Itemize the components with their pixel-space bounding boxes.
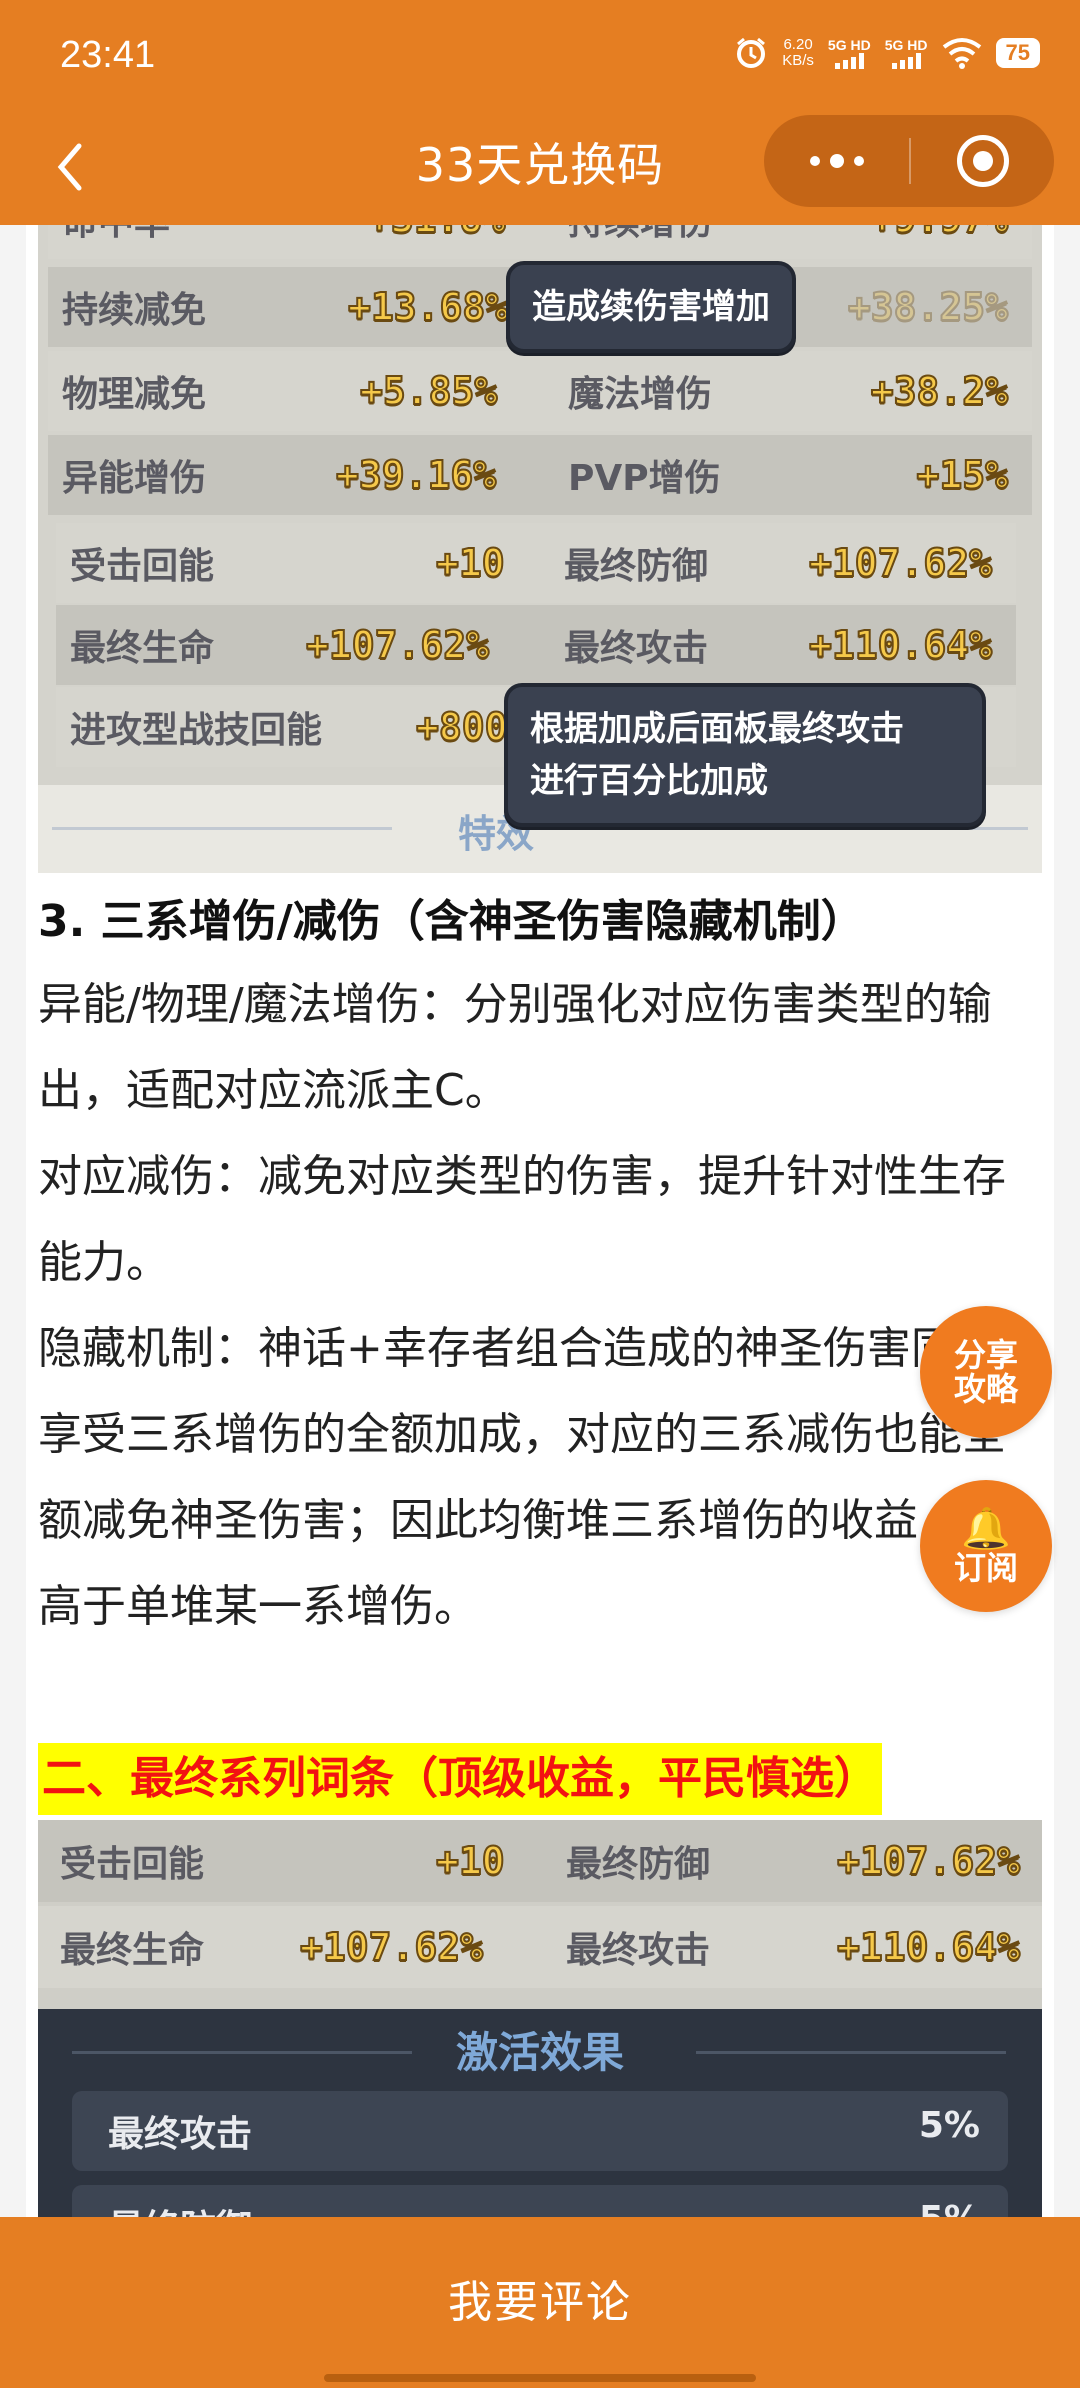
stat-label: 最终生命 xyxy=(70,628,215,669)
stat-row: 最终生命 +107.62% 最终攻击 +110.64% xyxy=(56,605,1016,685)
effect-value: 5% xyxy=(918,2105,980,2146)
stat-value: +107.62% xyxy=(808,540,993,586)
stat-value: +15% xyxy=(915,452,1009,498)
stat-value: +38.25% xyxy=(847,284,1009,330)
signal-2-label: 5G HD xyxy=(884,37,928,53)
tooltip-continuous-damage: 造成续伤害增加 xyxy=(506,261,796,353)
game-stats-screenshot-2: 受击回能 +10 最终防御 +107.62% 最终生命 +107.62% 最终攻… xyxy=(38,1820,1042,2038)
net-speed-value: 6.20 xyxy=(783,36,813,53)
stat-label: 魔法增伤 xyxy=(568,374,713,415)
bottom-bar: 我要评论 xyxy=(0,2217,1080,2388)
stat-label: 异能增伤 xyxy=(62,458,207,499)
effect-label: 最终防御 xyxy=(108,2199,252,2217)
effect-value: 5% xyxy=(919,2199,980,2217)
net-speed-unit: KB/s xyxy=(782,52,814,69)
stat-label: 持续减免 xyxy=(62,290,207,331)
subscribe-label: 订阅 xyxy=(953,1549,1018,1587)
signal-1-label: 5G HD xyxy=(827,37,871,53)
navigation-bar: 33天兑换码 xyxy=(0,115,1080,225)
stat-label: 最终生命 xyxy=(60,1930,205,1971)
more-dots-icon xyxy=(809,156,820,166)
share-guide-button[interactable]: 分享 攻略 xyxy=(920,1306,1052,1438)
status-time: 23:41 xyxy=(60,34,156,76)
activation-effects-panel: 激活效果 最终攻击 5% 最终防御 5% xyxy=(38,2009,1042,2217)
status-bar: 23:41 6.20 KB/s 5G HD 5G HD 75 xyxy=(0,0,1080,115)
effect-label: 最终攻击 xyxy=(108,2114,253,2155)
mini-program-capsule xyxy=(764,115,1054,207)
paragraph: 异能/物理/魔法增伤：分别强化对应伤害类型的输出，适配对应流派主C。 xyxy=(38,979,992,1116)
stat-value: +110.64% xyxy=(836,1924,1021,1970)
tooltip-line: 根据加成后面板最终攻击 xyxy=(530,709,904,749)
stat-value: +5.85% xyxy=(359,368,498,414)
target-close-icon xyxy=(956,135,1009,187)
stat-label: 进攻型战技回能 xyxy=(70,710,323,751)
wifi-icon xyxy=(942,38,981,69)
more-button[interactable] xyxy=(764,115,909,207)
stat-label: PVP增伤 xyxy=(568,458,721,499)
battery-indicator: 75 xyxy=(995,38,1040,68)
stat-label: 持续增伤 xyxy=(568,225,712,245)
activation-effects-header: 激活效果 xyxy=(38,2009,1042,2089)
stat-label: 命中率 xyxy=(62,225,170,245)
share-label: 分享 xyxy=(953,1336,1018,1374)
signal-bars-icon xyxy=(834,53,864,69)
effect-row: 最终攻击 5% xyxy=(72,2091,1008,2171)
stat-row: 最终生命 +107.62% 最终攻击 +110.64% xyxy=(38,1906,1042,1988)
share-label: 攻略 xyxy=(953,1370,1018,1408)
divider-line xyxy=(696,2051,1006,2054)
section-heading: 3. 三系增伤/减伤（含神圣伤害隐藏机制） xyxy=(38,896,865,947)
stat-value: +800 xyxy=(415,704,509,750)
stat-label: 受击回能 xyxy=(70,546,215,587)
tooltip-line: 进行百分比加成 xyxy=(530,761,768,801)
status-icons: 6.20 KB/s 5G HD 5G HD 75 xyxy=(734,36,1040,70)
article-content[interactable]: 命中率 +31.8% 持续增伤 +9.97% 持续减免 +13.68% +38.… xyxy=(0,225,1080,2217)
subscribe-button[interactable]: 🔔 订阅 xyxy=(920,1480,1052,1612)
signal-1: 5G HD xyxy=(828,37,871,69)
stat-row: 异能增伤 +39.16% PVP增伤 +15% xyxy=(48,435,1032,515)
paragraph: 隐藏机制：神话+幸存者组合造成的神圣伤害同时享受三系增伤的全额加成，对应的三系减… xyxy=(38,1323,1006,1632)
highlighted-section-title: 二、最终系列词条（顶级收益，平民慎选） xyxy=(38,1743,882,1815)
stat-value: +13.68% xyxy=(347,284,509,330)
stat-value: +10 xyxy=(435,540,506,586)
more-dots-icon xyxy=(853,156,864,166)
divider-line xyxy=(698,827,1028,830)
stat-value: +31.8% xyxy=(367,225,506,242)
effect-row: 最终防御 5% xyxy=(72,2185,1008,2217)
stat-value: +107.62% xyxy=(836,1838,1021,1884)
tooltip-final-attack: 根据加成后面板最终攻击 进行百分比加成 xyxy=(504,683,986,827)
stat-row: 受击回能 +10 最终防御 +107.62% xyxy=(38,1820,1042,1902)
stat-row: 物理减免 +5.85% 魔法增伤 +38.2% xyxy=(48,351,1032,431)
game-stats-screenshot: 命中率 +31.8% 持续增伤 +9.97% 持续减免 +13.68% +38.… xyxy=(38,225,1042,873)
signal-2: 5G HD xyxy=(885,37,928,69)
stat-row: 命中率 +31.8% 持续增伤 +9.97% xyxy=(48,225,1032,259)
stat-row: 受击回能 +10 最终防御 +107.62% xyxy=(56,523,1016,603)
close-mini-program-button[interactable] xyxy=(911,115,1054,207)
stat-label: 最终防御 xyxy=(566,1844,711,1885)
right-margin xyxy=(1054,225,1080,2217)
stat-value: +110.64% xyxy=(808,622,993,668)
stat-value: +38.2% xyxy=(870,368,1009,414)
stat-value: +10 xyxy=(435,1838,506,1884)
divider-line xyxy=(52,827,392,830)
paragraph: 对应减伤：减免对应类型的伤害，提升针对性生存能力。 xyxy=(38,1151,1006,1288)
stat-value: +9.97% xyxy=(870,225,1009,242)
stat-label: 最终攻击 xyxy=(566,1930,711,1971)
stat-label: 受击回能 xyxy=(60,1844,205,1885)
stat-value: +107.62% xyxy=(305,622,490,668)
left-margin xyxy=(0,225,26,2217)
alarm-icon xyxy=(737,37,766,68)
stat-value: +39.16% xyxy=(335,452,497,498)
stat-label: 最终防御 xyxy=(564,546,709,587)
stat-value: +107.62% xyxy=(299,1924,484,1970)
bell-icon: 🔔 xyxy=(961,1506,1011,1552)
home-indicator[interactable] xyxy=(324,2374,756,2382)
activation-effects-title: 激活效果 xyxy=(455,2028,624,2077)
signal-bars-icon xyxy=(891,53,921,69)
write-comment-button[interactable]: 我要评论 xyxy=(0,2217,1080,2388)
more-dots-icon xyxy=(829,154,844,168)
stat-label: 物理减免 xyxy=(62,374,207,415)
net-speed: 6.20 KB/s xyxy=(782,37,814,69)
stat-label: 最终攻击 xyxy=(564,628,709,669)
